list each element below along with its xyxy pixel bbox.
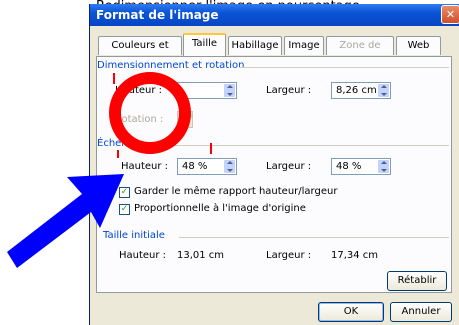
tab-picture[interactable]: Image (284, 36, 324, 55)
scale-group-title: Échelle (97, 138, 134, 149)
spinner-arrows-icon[interactable] (378, 160, 389, 173)
size-panel: Dimensionnement et rotation Hauteur : La… (96, 56, 452, 293)
scale-width-value: 48 % (336, 161, 362, 172)
reset-button[interactable]: Rétablir (387, 271, 447, 291)
scale-height-label: Hauteur : (121, 161, 169, 172)
spinner-arrows-icon[interactable] (224, 160, 235, 173)
original-size-group-title: Taille initiale (103, 230, 165, 241)
cancel-button[interactable]: Annuler (390, 302, 452, 322)
title-bar: Format de l'image ✕ (90, 4, 459, 26)
close-icon[interactable]: ✕ (441, 5, 459, 24)
height-spinner[interactable] (177, 82, 237, 99)
divider (179, 237, 449, 238)
rotation-label: Rotation : (115, 114, 164, 125)
red-mark (113, 73, 115, 84)
divider (239, 67, 449, 68)
divider (145, 145, 449, 146)
tab-layout[interactable]: Habillage (228, 36, 282, 55)
dialog-title: Format de l'image (96, 8, 219, 22)
height-label: Hauteur : (115, 85, 163, 96)
scale-width-label: Largeur : (266, 161, 312, 172)
original-width-value: 17,34 cm (331, 250, 379, 261)
spinner-arrows-icon[interactable] (224, 84, 235, 97)
tab-colors-lines[interactable]: Couleurs et traits (98, 36, 182, 68)
original-height-value: 13,01 cm (177, 250, 225, 261)
ok-button[interactable]: OK (318, 302, 384, 322)
relative-size-checkbox[interactable]: ✓ (119, 204, 130, 215)
size-rotate-group-title: Dimensionnement et rotation (97, 60, 245, 71)
spinner-arrows-icon[interactable] (378, 84, 389, 97)
width-value: 8,26 cm (336, 85, 377, 96)
tab-size[interactable]: Taille (183, 33, 226, 56)
red-mark (117, 150, 119, 158)
tab-web[interactable]: Web (396, 36, 441, 55)
rotation-spinner[interactable]: 0° (177, 111, 193, 128)
red-mark (210, 143, 212, 154)
format-image-dialog: Format de l'image ✕ Couleurs et traits T… (89, 4, 459, 325)
scale-height-spinner[interactable]: 48 % (177, 158, 237, 175)
width-spinner[interactable]: 8,26 cm (331, 82, 391, 99)
original-height-label: Hauteur : (119, 250, 167, 261)
width-label: Largeur : (266, 85, 312, 96)
original-width-label: Largeur : (266, 250, 312, 261)
rotation-value: 0° (182, 114, 194, 125)
scale-width-spinner[interactable]: 48 % (331, 158, 391, 175)
tab-text-box[interactable]: Zone de texte (326, 36, 394, 68)
scale-height-value: 48 % (182, 161, 208, 172)
lock-aspect-label[interactable]: Garder le même rapport hauteur/largeur (134, 186, 337, 197)
relative-size-label[interactable]: Proportionnelle à l'image d'origine (134, 203, 306, 214)
lock-aspect-checkbox[interactable]: ✓ (119, 187, 130, 198)
